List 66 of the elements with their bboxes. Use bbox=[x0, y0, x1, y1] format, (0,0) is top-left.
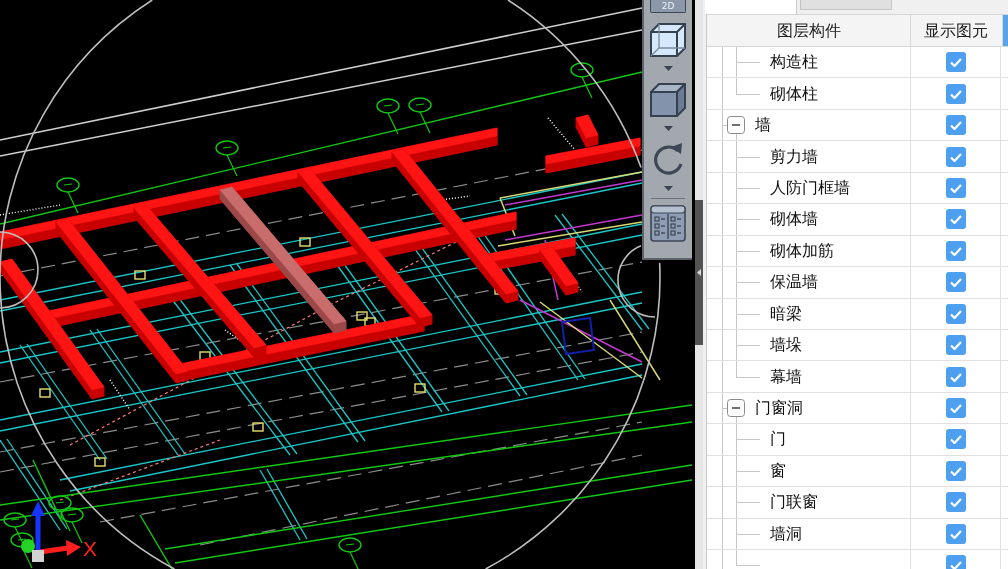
checkmark-icon bbox=[949, 278, 962, 288]
tree-item[interactable]: 窗 bbox=[770, 458, 786, 483]
checkmark-icon bbox=[949, 183, 962, 193]
tree-item[interactable]: 砌体墙 bbox=[770, 207, 818, 232]
checkmark-icon bbox=[949, 246, 962, 256]
caret-down-icon[interactable] bbox=[663, 186, 673, 191]
orbit-handle[interactable] bbox=[617, 244, 656, 318]
checkbox[interactable] bbox=[945, 52, 966, 73]
checkbox[interactable] bbox=[945, 555, 966, 569]
tree-item[interactable]: 砌体柱 bbox=[770, 81, 818, 106]
axis-label: X bbox=[83, 537, 97, 560]
checkbox[interactable] bbox=[945, 335, 966, 356]
checkbox[interactable] bbox=[945, 398, 966, 419]
caret-down-icon[interactable] bbox=[663, 66, 673, 71]
tree-item[interactable]: 暗梁 bbox=[770, 301, 802, 326]
tree-item[interactable]: 墙洞 bbox=[770, 521, 802, 546]
checkmark-icon bbox=[949, 435, 962, 445]
tree-item[interactable]: 门 bbox=[770, 427, 786, 452]
column-header: 显示图元 bbox=[910, 15, 1000, 46]
tree-item[interactable]: 墙垛 bbox=[770, 333, 802, 358]
checkbox[interactable] bbox=[945, 492, 966, 513]
checkbox[interactable] bbox=[945, 303, 966, 324]
checkmark-icon bbox=[949, 561, 962, 569]
tree-item[interactable]: 砌体加筋 bbox=[770, 238, 834, 263]
tree-item[interactable]: 剪力墙 bbox=[770, 144, 818, 169]
checkbox[interactable] bbox=[945, 209, 966, 230]
caret-down-icon[interactable] bbox=[663, 126, 673, 131]
checkbox[interactable] bbox=[945, 146, 966, 167]
collapse-icon[interactable] bbox=[727, 116, 745, 135]
checkbox[interactable] bbox=[945, 83, 966, 104]
tree-item[interactable]: 构造柱 bbox=[770, 50, 818, 75]
tree-item[interactable]: 墙 bbox=[755, 113, 771, 138]
checkmark-icon bbox=[949, 152, 962, 162]
checkbox[interactable] bbox=[945, 272, 966, 293]
checkmark-icon bbox=[949, 372, 962, 382]
checkmark-icon bbox=[949, 529, 962, 539]
solid-cube-icon[interactable] bbox=[649, 82, 687, 118]
checkmark-icon bbox=[949, 58, 962, 68]
checkbox[interactable] bbox=[945, 429, 966, 450]
tree-item[interactable]: 保温墙 bbox=[770, 270, 818, 295]
orbit-handle[interactable] bbox=[0, 231, 39, 309]
checkbox[interactable] bbox=[945, 240, 966, 261]
tree-item[interactable]: 门联窗 bbox=[770, 490, 818, 515]
checkmark-icon bbox=[949, 309, 962, 319]
tree-item[interactable]: 幕墙 bbox=[770, 364, 802, 389]
checkbox[interactable] bbox=[945, 523, 966, 544]
checkbox[interactable] bbox=[945, 177, 966, 198]
column-header: 图层构件 bbox=[775, 19, 842, 42]
checkmark-icon bbox=[949, 121, 962, 131]
checkbox[interactable] bbox=[945, 460, 966, 481]
caret-left-icon bbox=[697, 269, 701, 276]
checkmark-icon bbox=[949, 466, 962, 476]
checkmark-icon bbox=[949, 498, 962, 508]
checklist-icon[interactable] bbox=[650, 205, 686, 242]
checkbox[interactable] bbox=[945, 115, 966, 136]
checkmark-icon bbox=[949, 89, 962, 99]
tree-item[interactable]: 人防门框墙 bbox=[770, 175, 850, 200]
checkbox[interactable] bbox=[945, 366, 966, 387]
checkmark-icon bbox=[949, 215, 962, 225]
axis-gizmo-icon bbox=[21, 501, 81, 562]
splitter-handle[interactable] bbox=[695, 200, 703, 345]
wireframe-cube-icon[interactable] bbox=[649, 22, 687, 58]
checkmark-icon bbox=[949, 341, 962, 351]
collapse-icon[interactable] bbox=[727, 399, 745, 418]
tree-item[interactable]: 门窗洞 bbox=[755, 396, 803, 421]
checkmark-icon bbox=[949, 404, 962, 414]
